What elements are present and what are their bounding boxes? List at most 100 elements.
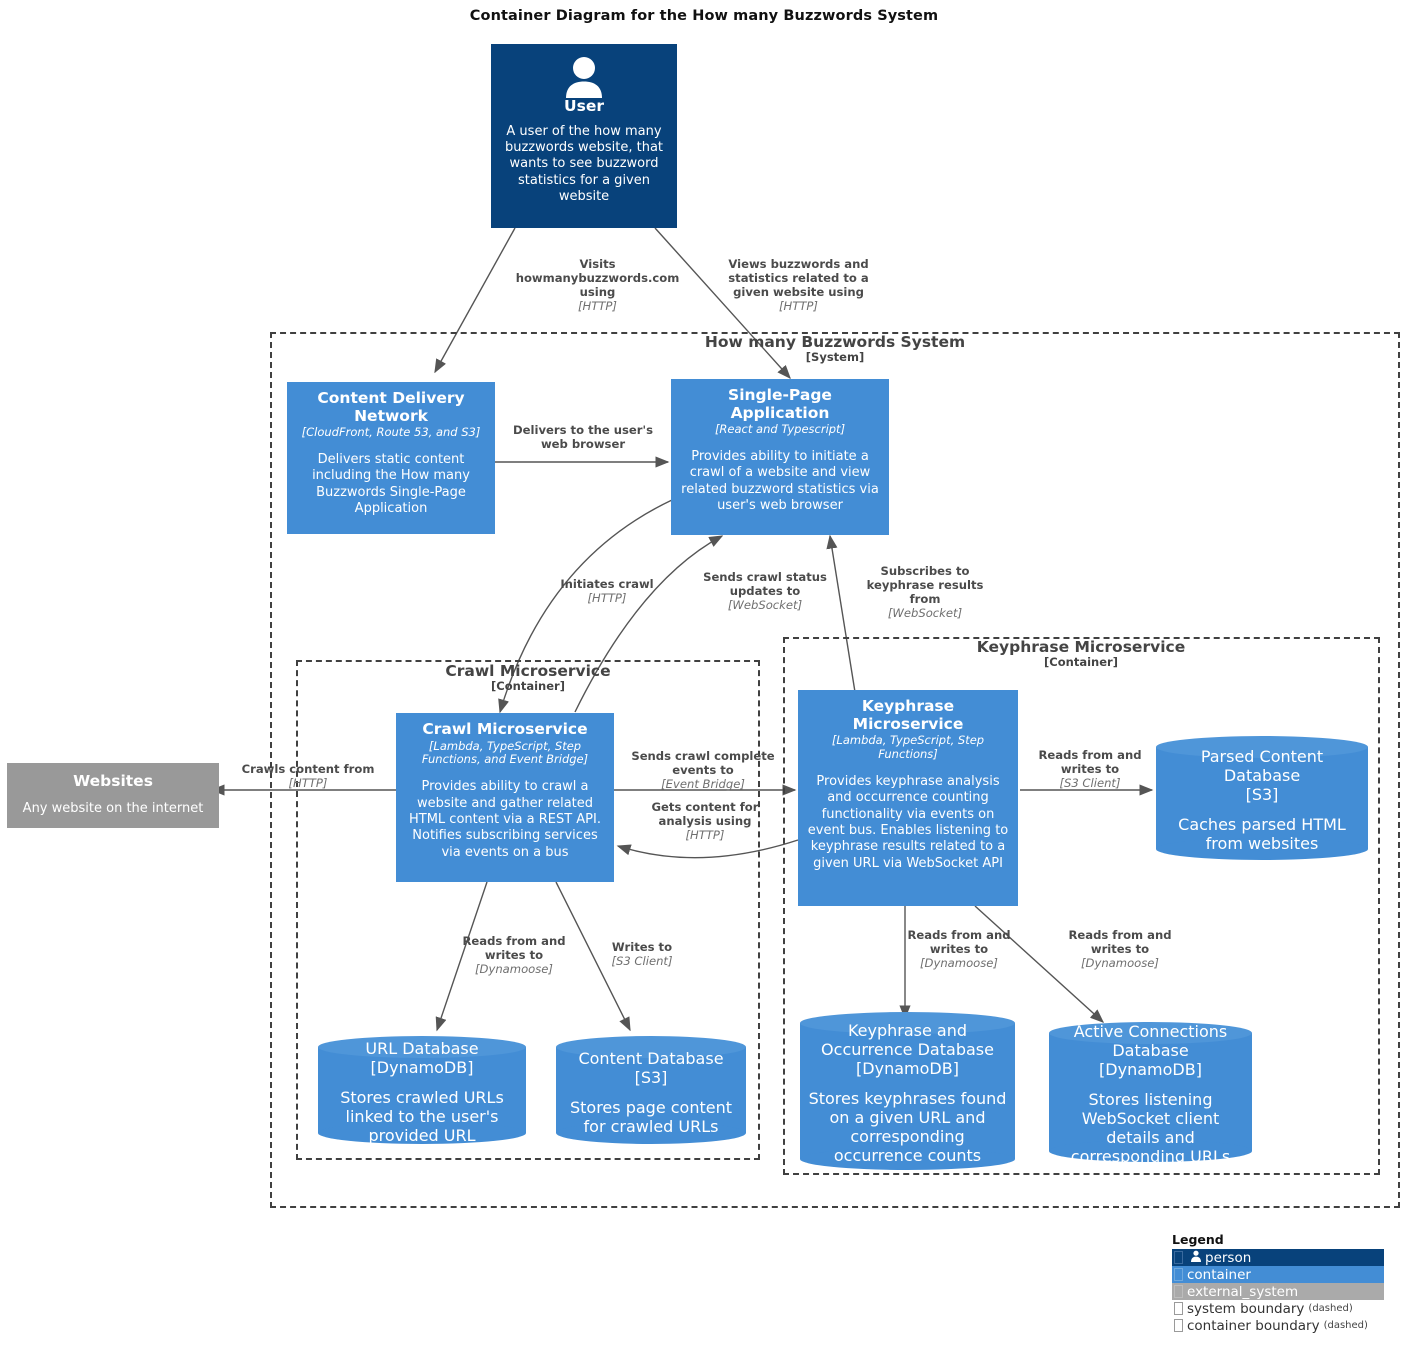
legend-item-label: person [1205, 1249, 1252, 1266]
node-spa-title: Single-Page Application [728, 386, 832, 422]
node-content-db-title: Content Database [578, 1048, 724, 1068]
node-keyphrase-occurrence-database[interactable]: Keyphrase and Occurrence Database [Dynam… [800, 1012, 1015, 1170]
edge-label-keyphrase-crawl: Gets content for analysis using [HTTP] [631, 800, 779, 843]
node-connections-db-desc: Stores listening WebSocket client detail… [1070, 1090, 1231, 1166]
edge-label-crawl-websites: Crawls content from [HTTP] [232, 762, 384, 791]
node-user-title: User [564, 97, 604, 115]
node-keyphrase-title: Keyphrase Microservice [852, 697, 964, 733]
node-spa-desc: Provides ability to initiate a crawl of … [681, 449, 879, 514]
legend-title: Legend [1172, 1232, 1224, 1247]
boundary-system-name: How many Buzzwords System [704, 333, 966, 351]
legend-item-external-system: external_system [1172, 1283, 1384, 1300]
boundary-keyphrase-label: Keyphrase Microservice [Container] [790, 638, 1372, 670]
edge-label-tech: [HTTP] [578, 298, 617, 313]
node-crawl-desc: Provides ability to crawl a website and … [409, 779, 601, 860]
edge-label-keyphrase-spa: Subscribes to keyphrase results from [We… [861, 564, 989, 621]
edge-label-main: Reads from and writes to [907, 928, 1011, 956]
legend-item-note: (dashed) [1308, 1303, 1353, 1314]
legend-item-system-boundary: system boundary (dashed) [1172, 1300, 1384, 1317]
node-keyphrase-tech: [Lambda, TypeScript, Step Functions] [831, 733, 985, 762]
edge-label-main: Writes to [611, 940, 673, 954]
edge-label-user-cdn: Visits howmanybuzzwords.com using [HTTP] [505, 257, 690, 314]
node-crawl-title: Crawl Microservice [422, 720, 588, 738]
node-keyphrase-db-desc: Stores keyphrases found on a given URL a… [808, 1089, 1007, 1165]
node-content-database[interactable]: Content Database [S3] Stores page conten… [556, 1036, 746, 1144]
edge-label-keyphrase-connectionsdb: Reads from and writes to [Dynamoose] [1058, 928, 1182, 971]
edge-label-tech: [Event Bridge] [661, 776, 745, 791]
node-url-database[interactable]: URL Database [DynamoDB] Stores crawled U… [318, 1036, 526, 1145]
node-crawl-microservice[interactable]: Crawl Microservice [Lambda, TypeScript, … [396, 713, 614, 882]
legend: Legend person container external_system … [1172, 1232, 1384, 1334]
edge-label-tech: [HTTP] [288, 775, 328, 790]
node-crawl-tech: [Lambda, TypeScript, Step Functions, and… [421, 738, 589, 767]
edge-label-main: Initiates crawl [560, 577, 654, 591]
edge-label-tech: [Dynamoose] [1081, 955, 1159, 970]
boundary-crawl-type: [Container] [491, 679, 565, 694]
edge-label-main: Reads from and writes to [1068, 928, 1172, 956]
legend-item-container-boundary: container boundary (dashed) [1172, 1317, 1384, 1334]
legend-item-label: container [1187, 1266, 1251, 1283]
boundary-keyphrase-type: [Container] [1044, 655, 1118, 670]
node-keyphrase-db-tech: [DynamoDB] [856, 1059, 959, 1078]
edge-label-crawl-spa: Sends crawl status updates to [WebSocket… [697, 570, 833, 613]
edge-label-keyphrase-parseddb: Reads from and writes to [S3 Client] [1030, 748, 1150, 791]
edge-label-main: Delivers to the user's web browser [513, 423, 653, 451]
node-single-page-application[interactable]: Single-Page Application [React and Types… [671, 379, 889, 535]
edge-label-keyphrase-keyphrasedb: Reads from and writes to [Dynamoose] [897, 928, 1021, 971]
edge-label-main: Subscribes to keyphrase results from [866, 564, 984, 606]
missing-glyph-icon [1174, 1302, 1183, 1315]
node-content-db-tech: [S3] [634, 1067, 668, 1087]
edge-label-tech: [HTTP] [779, 298, 818, 313]
node-parsed-db-desc: Caches parsed HTML from websites [1178, 815, 1346, 853]
missing-glyph-icon [1174, 1319, 1183, 1332]
node-url-db-tech: [DynamoDB] [370, 1058, 474, 1077]
edge-label-crawl-urldb: Reads from and writes to [Dynamoose] [452, 934, 576, 977]
edge-label-main: Reads from and writes to [462, 934, 566, 962]
node-parsed-db-tech: [S3] [1245, 785, 1279, 804]
edge-label-main: Sends crawl status updates to [703, 570, 827, 598]
legend-item-label: external_system [1187, 1283, 1299, 1300]
node-parsed-db-title: Parsed Content Database [1200, 747, 1324, 785]
node-keyphrase-microservice[interactable]: Keyphrase Microservice [Lambda, TypeScri… [798, 690, 1018, 906]
node-cdn-title: Content Delivery Network [317, 389, 465, 425]
node-user[interactable]: User A user of the how many buzzwords we… [491, 44, 677, 228]
edge-label-main: Views buzzwords and statistics related t… [728, 257, 869, 299]
node-content-db-desc: Stores page content for crawled URLs [569, 1097, 732, 1136]
person-icon [1187, 1250, 1205, 1266]
edge-label-crawl-keyphrase: Sends crawl complete events to [Event Br… [623, 749, 783, 792]
node-user-desc: A user of the how many buzzwords website… [504, 123, 664, 205]
node-websites[interactable]: Websites Any website on the internet [7, 763, 219, 828]
edge-label-tech: [Dynamoose] [475, 961, 553, 976]
edge-label-tech: [S3 Client] [1059, 775, 1121, 790]
boundary-crawl-label: Crawl Microservice [Container] [300, 662, 756, 694]
node-connections-db-tech: [DynamoDB] [1099, 1060, 1202, 1079]
edge-label-main: Gets content for analysis using [651, 800, 759, 828]
node-active-connections-database[interactable]: Active Connections Database [DynamoDB] S… [1049, 1022, 1252, 1166]
legend-item-container: container [1172, 1266, 1384, 1283]
boundary-system-label: How many Buzzwords System [System] [560, 333, 1110, 365]
node-spa-tech: [React and Typescript] [714, 422, 846, 437]
boundary-system-type: [System] [805, 350, 865, 365]
person-icon [566, 57, 602, 98]
edge-label-tech: [S3 Client] [611, 953, 673, 968]
node-parsed-content-database[interactable]: Parsed Content Database [S3] Caches pars… [1156, 736, 1368, 860]
node-websites-title: Websites [73, 772, 153, 790]
edge-label-tech: [Dynamoose] [920, 955, 998, 970]
missing-glyph-icon [1174, 1285, 1183, 1298]
legend-item-note: (dashed) [1323, 1320, 1368, 1331]
node-connections-db-title: Active Connections Database [1073, 1022, 1228, 1060]
page-title: Container Diagram for the How many Buzzw… [469, 8, 939, 24]
legend-item-person: person [1172, 1249, 1384, 1266]
edge-label-tech: [WebSocket] [727, 597, 803, 612]
edge-label-spa-crawl: Initiates crawl [HTTP] [548, 577, 666, 606]
legend-item-label: container boundary [1187, 1317, 1320, 1334]
node-content-delivery-network[interactable]: Content Delivery Network [CloudFront, Ro… [287, 382, 495, 534]
edge-label-crawl-contentdb: Writes to [S3 Client] [592, 940, 692, 969]
edge-label-main: Sends crawl complete events to [631, 749, 775, 777]
node-websites-desc: Any website on the internet [22, 800, 204, 816]
node-cdn-tech: [CloudFront, Route 53, and S3] [301, 425, 481, 440]
edge-label-main: Visits howmanybuzzwords.com using [515, 257, 680, 299]
edge-label-tech: [HTTP] [685, 827, 725, 842]
boundary-keyphrase-name: Keyphrase Microservice [976, 638, 1186, 656]
node-url-db-desc: Stores crawled URLs linked to the user's… [340, 1088, 504, 1145]
